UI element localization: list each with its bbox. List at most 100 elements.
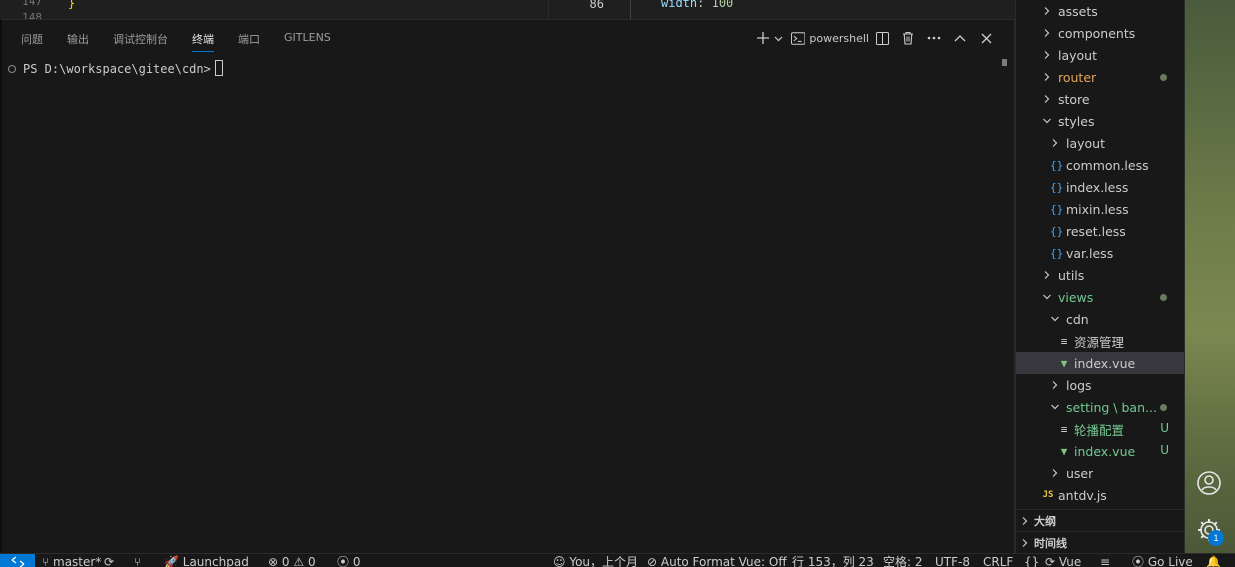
ellipsis-icon (927, 36, 941, 40)
encoding-status[interactable]: UTF-8 (935, 555, 970, 567)
person-icon: ☺ (553, 555, 570, 567)
tab-terminal[interactable]: 终端 (192, 31, 214, 52)
warning-icon: ⚠ (293, 555, 305, 567)
explorer-item-label: store (1058, 91, 1090, 107)
section-timeline[interactable]: 时间线 (1016, 531, 1185, 553)
indentation-status[interactable]: 空格: 2 (883, 555, 923, 567)
tab-output[interactable]: 输出 (67, 31, 89, 47)
command-decoration-icon[interactable] (8, 65, 16, 73)
explorer-folder[interactable]: assets (1016, 0, 1185, 22)
less-file-icon: {} (1050, 224, 1064, 238)
account-icon[interactable] (1194, 468, 1224, 498)
editor-strip: 147 148 } 86 width: 100 (0, 0, 1015, 19)
explorer-folder[interactable]: cdn (1016, 308, 1185, 330)
chevron-right-icon (1052, 139, 1058, 147)
rocket-icon: 🚀 (164, 555, 183, 567)
cursor-position[interactable]: 行 153，列 23 (792, 555, 874, 567)
chevron-right-icon (1052, 381, 1058, 389)
explorer-item-label: router (1058, 69, 1097, 85)
git-status-dot (1160, 294, 1167, 301)
go-live-status[interactable]: ⦿ Go Live (1132, 555, 1193, 567)
blame-status[interactable]: ☺ You，上个月 (553, 555, 638, 567)
terminal-dropdown-button[interactable] (771, 28, 785, 48)
explorer-item-label: 轮播配置 (1074, 422, 1125, 438)
chevron-right-icon (1044, 95, 1050, 103)
explorer-file[interactable]: ▼ index.vue (1016, 352, 1185, 374)
explorer-folder[interactable]: setting \ ban... (1016, 396, 1185, 418)
tab-debug-console[interactable]: 调试控制台 (113, 31, 168, 47)
sync-icon[interactable]: ⟳ (104, 555, 114, 567)
explorer-folder[interactable]: views (1016, 286, 1185, 308)
explorer-item-label: views (1058, 289, 1094, 305)
launchpad-status[interactable]: 🚀 Launchpad (164, 555, 249, 567)
less-file-icon: {} (1050, 202, 1064, 216)
editor-divider (548, 0, 549, 19)
terminal-icon (791, 31, 806, 45)
explorer-item-label: index.vue (1074, 355, 1136, 371)
remote-indicator[interactable] (0, 554, 35, 567)
explorer-item-label: components (1058, 25, 1136, 41)
explorer-item-label: logs (1066, 377, 1092, 393)
explorer-folder[interactable]: layout (1016, 44, 1185, 66)
kill-terminal-button[interactable] (895, 28, 921, 48)
explorer-item-label: assets (1058, 3, 1098, 19)
notifications-icon[interactable]: 🔔 (1206, 555, 1221, 567)
chevron-right-icon (1022, 516, 1028, 525)
explorer-file[interactable]: {} index.less (1016, 176, 1185, 198)
branch-status[interactable]: ⑂ master* (42, 555, 101, 567)
explorer-folder[interactable]: store (1016, 88, 1185, 110)
terminal-profile-label: powershell (809, 31, 869, 45)
explorer-folder[interactable]: router (1016, 66, 1185, 88)
git-status-badge: U (1160, 421, 1169, 435)
code-text: } (68, 0, 76, 10)
explorer-item-label: antdv.js (1058, 487, 1107, 503)
new-terminal-button[interactable] (755, 28, 771, 48)
auto-format-status[interactable]: ⊘ Auto Format Vue: Off (647, 555, 787, 567)
explorer-folder[interactable]: logs (1016, 374, 1185, 396)
language-status[interactable]: ⟳ Vue (1045, 555, 1081, 567)
explorer-file[interactable]: ≡ 资源管理 (1016, 330, 1185, 352)
explorer-folder[interactable]: user (1016, 462, 1185, 484)
explorer-folder[interactable]: utils (1016, 264, 1185, 286)
explorer-folder[interactable]: components (1016, 22, 1185, 44)
explorer-file[interactable]: JS antdv.js (1016, 484, 1185, 506)
explorer-file[interactable]: {} reset.less (1016, 220, 1185, 242)
chevron-down-icon (1043, 118, 1051, 124)
section-label: 大纲 (1034, 514, 1056, 528)
maximize-panel-button[interactable] (947, 28, 973, 48)
prettier-icon[interactable]: ≡ (1100, 555, 1110, 567)
explorer-folder[interactable]: layout (1016, 132, 1185, 154)
more-actions-button[interactable] (921, 28, 947, 48)
section-outline[interactable]: 大纲 (1016, 509, 1185, 531)
chevron-down-icon (1043, 294, 1051, 300)
tab-problems[interactable]: 问题 (21, 31, 43, 47)
explorer-file[interactable]: ▼ index.vue U (1016, 440, 1185, 462)
split-terminal-button[interactable] (869, 28, 895, 48)
terminal-scrollbar[interactable] (1002, 59, 1007, 66)
explorer-file[interactable]: ≡ 轮播配置 U (1016, 418, 1185, 440)
explorer-folder[interactable]: styles (1016, 110, 1185, 132)
explorer-item-label: utils (1058, 267, 1085, 283)
git-graph-icon[interactable]: ⑂ (134, 555, 141, 567)
line-number: 147 (22, 0, 42, 8)
panel-actions: powershell (755, 28, 999, 48)
explorer-item-label: layout (1066, 135, 1106, 151)
tab-ports[interactable]: 端口 (238, 31, 260, 47)
explorer-file[interactable]: {} mixin.less (1016, 198, 1185, 220)
explorer-file[interactable]: {} var.less (1016, 242, 1185, 264)
explorer-item-label: cdn (1066, 311, 1089, 327)
line-number: 86 (589, 0, 604, 11)
braces-icon[interactable]: {} (1024, 555, 1039, 567)
less-file-icon: {} (1050, 246, 1064, 260)
tab-gitlens[interactable]: GITLENS (284, 31, 331, 44)
problems-status[interactable]: ⊗ 0 ⚠ 0 (268, 555, 316, 567)
close-panel-button[interactable] (973, 28, 999, 48)
terminal-area[interactable]: PS D:\workspace\gitee\cdn> (2, 20, 1015, 554)
eol-status[interactable]: CRLF (983, 555, 1013, 567)
terminal-profile[interactable]: powershell (785, 28, 869, 48)
explorer-file[interactable]: {} common.less (1016, 154, 1185, 176)
plus-icon (757, 32, 769, 44)
settings-badge: 1 (1208, 530, 1224, 546)
chevron-right-icon (1044, 7, 1050, 15)
ports-status[interactable]: ⦿ 0 (337, 555, 360, 567)
